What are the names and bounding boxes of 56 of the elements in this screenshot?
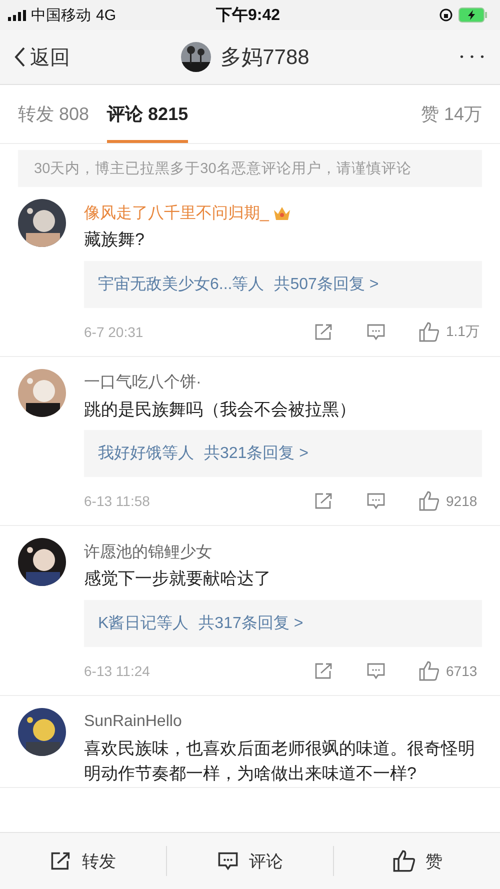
reply-count-link[interactable]: 共317条回复 > (198, 612, 304, 634)
rotation-lock-icon (439, 8, 453, 22)
replies-box[interactable]: 宇宙无敌美少女6...等人 共507条回复 > (84, 260, 482, 308)
carrier-name: 中国移动 (31, 6, 91, 24)
clock-time: 下午9:42 (216, 6, 280, 26)
reply-users: K酱日记等人 (98, 614, 189, 634)
reply-count-link[interactable]: 共321条回复 > (204, 443, 308, 464)
comment-text: 喜欢民族味，也喜欢后面老师很飒的味道。很奇怪明明动作节奏都一样，为啥做出来味道不一样? (84, 738, 476, 785)
comment-time: 6-13 11:24 (84, 662, 150, 678)
reply-users: 宇宙无敌美少女6...等人 (98, 274, 264, 294)
replies-box[interactable]: K酱日记等人 共317条回复 > (84, 600, 482, 646)
user-name[interactable]: SunRainHello (84, 712, 182, 730)
like-count: 9218 (446, 493, 478, 509)
user-name[interactable]: 像风走了八千里不问归期_ (84, 202, 269, 224)
battery-icon (458, 7, 488, 23)
chevron-left-icon (14, 46, 26, 68)
notice-banner: 30天内，博主已拉黑多于30名恶意评论用户，请谨慎评论 (18, 150, 482, 187)
user-name[interactable]: 一口气吃八个饼· (84, 372, 202, 393)
likes-count[interactable]: 赞 14万 (420, 102, 482, 126)
share-icon[interactable] (314, 492, 334, 510)
like-button[interactable]: 1.1万 (418, 322, 482, 342)
reply-count-link[interactable]: 共507条回复 > (274, 274, 379, 294)
user-name[interactable]: 许愿池的锦鲤少女 (84, 542, 212, 562)
comment-icon (217, 851, 239, 871)
tab[interactable]: 评论 8215 (107, 85, 188, 143)
action-button[interactable]: 赞 (334, 833, 500, 889)
thumbs-up-icon (392, 850, 416, 872)
tab[interactable]: 转发 808 (18, 85, 90, 143)
replies-box[interactable]: 我好好饿等人 共321条回复 > (84, 430, 482, 477)
like-count: 1.1万 (446, 322, 480, 340)
thumbs-up-icon (418, 491, 440, 511)
more-button[interactable]: • • • (460, 52, 486, 62)
share-icon[interactable] (314, 322, 334, 340)
comment-icon[interactable] (366, 662, 386, 680)
action-button[interactable]: 转发 (0, 833, 166, 889)
reply-users: 我好好饿等人 (98, 444, 194, 464)
share-icon[interactable] (314, 662, 334, 680)
thumbs-up-icon (418, 322, 440, 342)
share-icon (50, 851, 72, 871)
thumbs-up-icon (418, 660, 440, 680)
comment-time: 6-7 20:31 (84, 324, 144, 340)
crown-icon (272, 205, 291, 221)
like-button[interactable]: 6713 (418, 660, 482, 680)
action-button[interactable]: 评论 (167, 833, 333, 889)
comment-text: 感觉下一步就要献哈达了 (84, 568, 272, 590)
like-count: 6713 (446, 662, 478, 678)
like-button[interactable]: 9218 (418, 491, 482, 511)
comment-text: 藏族舞? (84, 229, 146, 251)
back-button[interactable]: 返回 (14, 44, 70, 70)
network-type: 4G (96, 6, 116, 24)
comment-icon[interactable] (366, 492, 386, 510)
comment-text: 跳的是民族舞吗（我会不会被拉黑） (84, 398, 357, 420)
comment-time: 6-13 11:58 (84, 493, 150, 509)
comment-icon[interactable] (366, 322, 386, 340)
signal-icon (8, 10, 26, 20)
channel-name: 多妈7788 (220, 45, 310, 71)
